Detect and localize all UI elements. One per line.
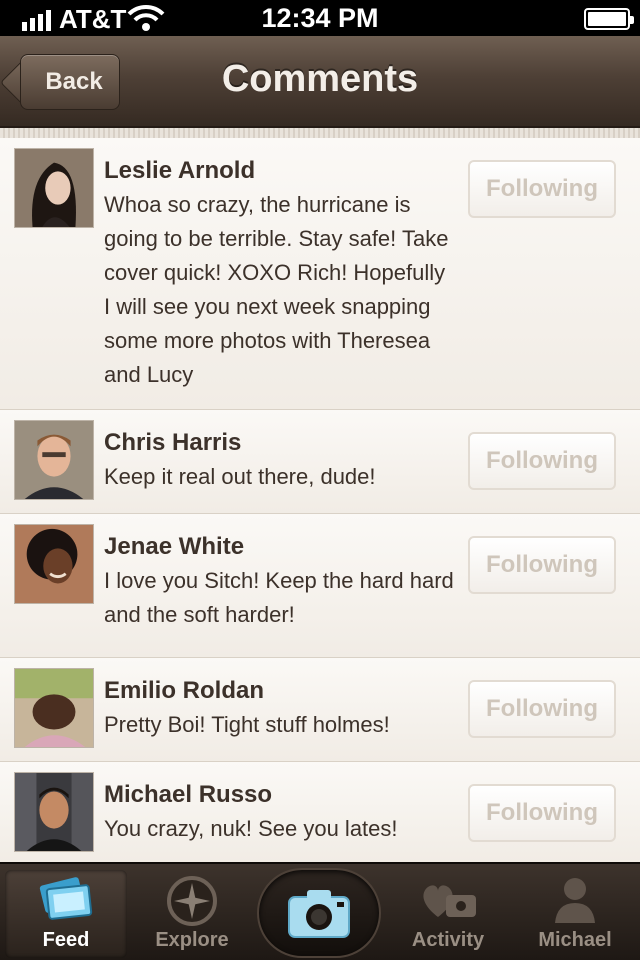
comment-row[interactable]: Chris Harris Keep it real out there, dud… (0, 410, 640, 514)
comment-text: You crazy, nuk! See you lates! (104, 816, 398, 841)
commenter-name[interactable]: Leslie Arnold (104, 156, 454, 186)
camera-button[interactable] (257, 868, 381, 958)
comment-row[interactable]: Jenae White I love you Sitch! Keep the h… (0, 514, 640, 658)
commenter-name[interactable]: Chris Harris (104, 428, 454, 458)
comment-text: Whoa so crazy, the hurricane is going to… (104, 192, 449, 387)
comment-row[interactable]: Leslie Arnold Whoa so crazy, the hurrica… (0, 138, 640, 410)
tab-profile[interactable]: Michael (514, 870, 636, 958)
profile-icon (555, 878, 595, 923)
commenter-name[interactable]: Michael Russo (104, 780, 454, 810)
comment-text: Pretty Boi! Tight stuff holmes! (104, 712, 390, 737)
battery-icon (584, 8, 634, 30)
avatar[interactable] (14, 668, 94, 748)
clock: 12:34 PM (261, 3, 379, 33)
nav-divider (0, 128, 640, 138)
comment-list[interactable]: Leslie Arnold Whoa so crazy, the hurrica… (0, 138, 640, 862)
tab-label: Activity (411, 929, 485, 951)
feed-icon (39, 877, 93, 920)
tab-label: Michael (538, 929, 612, 951)
navigation-bar: Back Comments (0, 36, 640, 128)
tab-label: Explore (155, 929, 229, 951)
avatar[interactable] (14, 524, 94, 604)
compass-icon (167, 876, 217, 926)
avatar[interactable] (14, 772, 94, 852)
following-button[interactable]: Following (468, 536, 616, 594)
tab-bar: Feed Explore Activity Michael (0, 862, 640, 960)
comment-row[interactable]: Michael Russo You crazy, nuk! See you la… (0, 762, 640, 862)
following-button[interactable]: Following (468, 160, 616, 218)
commenter-name[interactable]: Emilio Roldan (104, 676, 454, 706)
tab-feed[interactable]: Feed (5, 870, 127, 958)
avatar[interactable] (14, 420, 94, 500)
following-button[interactable]: Following (468, 432, 616, 490)
comment-text: I love you Sitch! Keep the hard hard and… (104, 568, 454, 627)
camera-icon (288, 890, 350, 938)
back-button[interactable]: Back (20, 54, 120, 110)
activity-icon (423, 885, 476, 917)
tab-activity[interactable]: Activity (387, 870, 509, 958)
tab-label: Feed (42, 929, 90, 951)
comment-text: Keep it real out there, dude! (104, 464, 376, 489)
commenter-name[interactable]: Jenae White (104, 532, 454, 562)
following-button[interactable]: Following (468, 680, 616, 738)
status-bar: AT&T 12:34 PM (0, 0, 640, 36)
avatar[interactable] (14, 148, 94, 228)
following-button[interactable]: Following (468, 784, 616, 842)
comment-row[interactable]: Emilio Roldan Pretty Boi! Tight stuff ho… (0, 658, 640, 762)
tab-explore[interactable]: Explore (131, 870, 253, 958)
